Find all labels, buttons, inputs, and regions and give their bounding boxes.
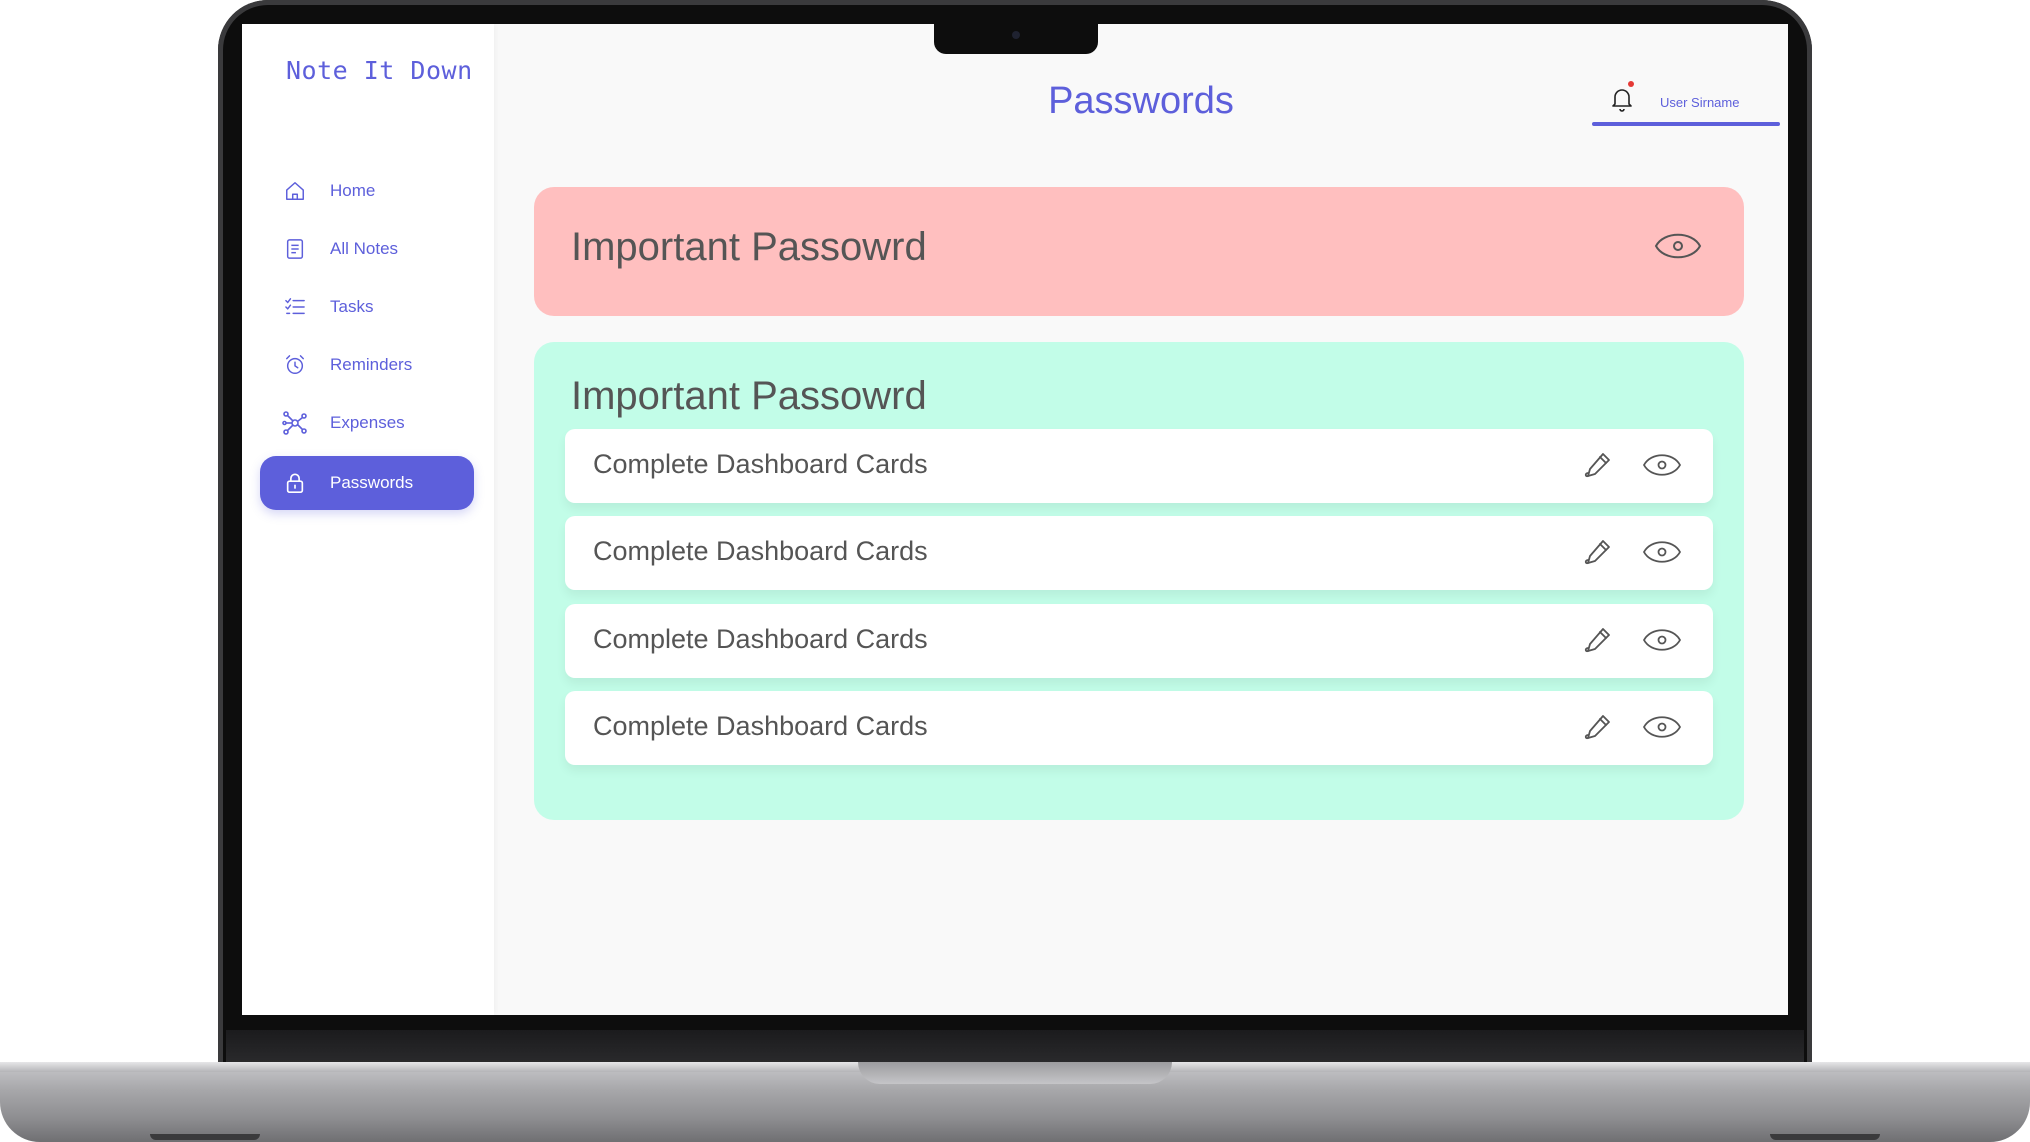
list-item[interactable]: Complete Dashboard Cards bbox=[565, 604, 1713, 678]
sidebar: Note It Down Home All Notes Tasks Remind… bbox=[242, 24, 494, 1015]
list-item-text: Complete Dashboard Cards bbox=[593, 536, 928, 566]
password-card-important[interactable]: Important Passowrd bbox=[534, 187, 1744, 316]
laptop-foot-right bbox=[1770, 1134, 1880, 1140]
sidebar-item-tasks[interactable]: Tasks bbox=[260, 280, 474, 334]
card-title: Important Passowrd bbox=[571, 225, 927, 269]
bell-icon[interactable] bbox=[1610, 86, 1634, 112]
eye-icon[interactable] bbox=[1654, 229, 1702, 268]
sidebar-item-label: Tasks bbox=[330, 297, 374, 316]
list-item-text: Complete Dashboard Cards bbox=[593, 711, 928, 741]
user-menu[interactable]: User Sirname bbox=[1592, 58, 1780, 126]
sidebar-item-expenses[interactable]: Expenses bbox=[260, 396, 474, 450]
list-item-text: Complete Dashboard Cards bbox=[593, 624, 928, 654]
list-item[interactable]: Complete Dashboard Cards bbox=[565, 429, 1713, 503]
alarm-clock-icon bbox=[282, 352, 308, 378]
laptop-opening-groove bbox=[858, 1062, 1172, 1084]
app-screen: Note It Down Home All Notes Tasks Remind… bbox=[242, 24, 1788, 1015]
camera-icon bbox=[1012, 31, 1020, 39]
eye-icon[interactable] bbox=[1642, 711, 1682, 748]
user-name[interactable]: User Sirname bbox=[1660, 95, 1739, 110]
laptop-foot-left bbox=[150, 1134, 260, 1140]
list-item[interactable]: Complete Dashboard Cards bbox=[565, 516, 1713, 590]
sidebar-item-all-notes[interactable]: All Notes bbox=[260, 222, 474, 276]
user-menu-underline bbox=[1592, 122, 1780, 126]
list-item[interactable]: Complete Dashboard Cards bbox=[565, 691, 1713, 765]
sidebar-item-passwords[interactable]: Passwords bbox=[260, 456, 474, 510]
camera-notch bbox=[934, 24, 1098, 54]
sidebar-item-label: Expenses bbox=[330, 413, 405, 432]
eye-icon[interactable] bbox=[1642, 449, 1682, 486]
card-title: Important Passowrd bbox=[571, 374, 927, 418]
password-group-card: Important Passowrd Complete Dashboard Ca… bbox=[534, 342, 1744, 820]
sidebar-item-label: Reminders bbox=[330, 355, 413, 374]
edit-pencil-icon[interactable] bbox=[1582, 711, 1614, 748]
sidebar-item-label: Home bbox=[330, 181, 376, 200]
sidebar-item-reminders[interactable]: Reminders bbox=[260, 338, 474, 392]
laptop-hinge bbox=[226, 1030, 1804, 1064]
notes-icon bbox=[282, 236, 308, 262]
tasks-icon bbox=[282, 294, 308, 320]
edit-pencil-icon[interactable] bbox=[1582, 624, 1614, 661]
lock-icon bbox=[282, 470, 308, 496]
eye-icon[interactable] bbox=[1642, 536, 1682, 573]
network-icon bbox=[282, 410, 308, 436]
sidebar-item-home[interactable]: Home bbox=[260, 164, 474, 218]
edit-pencil-icon[interactable] bbox=[1582, 536, 1614, 573]
sidebar-item-label: All Notes bbox=[330, 239, 399, 258]
notification-dot bbox=[1628, 81, 1634, 87]
edit-pencil-icon[interactable] bbox=[1582, 449, 1614, 486]
sidebar-item-label: Passwords bbox=[330, 473, 414, 492]
brand-logo[interactable]: Note It Down bbox=[286, 56, 473, 85]
home-icon bbox=[282, 178, 308, 204]
eye-icon[interactable] bbox=[1642, 624, 1682, 661]
list-item-text: Complete Dashboard Cards bbox=[593, 449, 928, 479]
